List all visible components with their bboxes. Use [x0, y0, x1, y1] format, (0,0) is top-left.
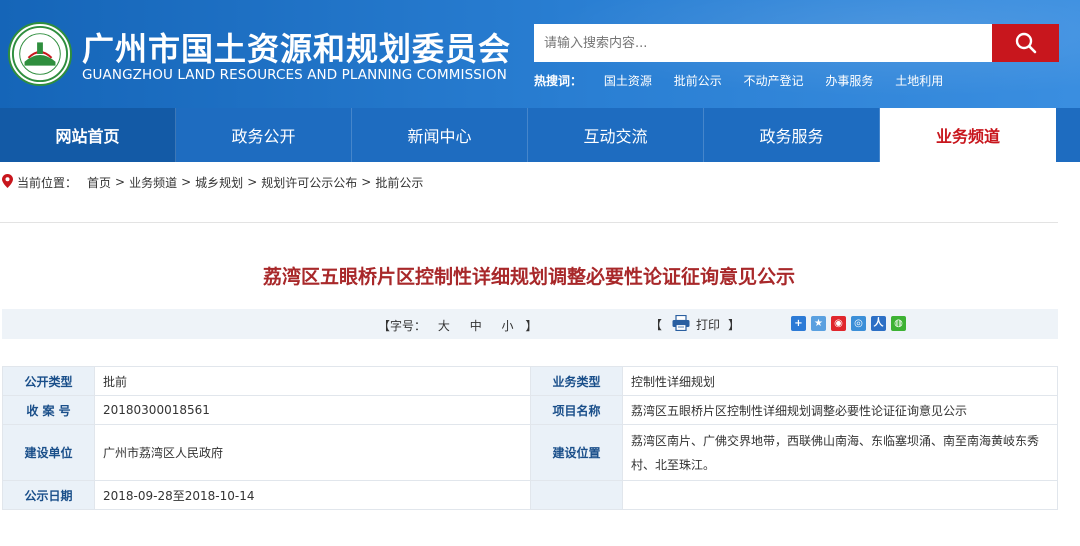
share-weibo-icon[interactable]: ◉	[831, 316, 846, 331]
breadcrumb-pre-approval[interactable]: 批前公示	[375, 174, 423, 191]
printer-icon[interactable]	[672, 314, 690, 334]
table-row: 建设单位 广州市荔湾区人民政府 建设位置 荔湾区南片、广佛交界地带，西联佛山南海…	[2, 424, 1058, 481]
field-value-multiline: 荔湾区南片、广佛交界地带，西联佛山南海、东临塞坝涌、南至南海黄岐东秀村、北至珠江…	[631, 433, 1040, 472]
breadcrumb-home[interactable]: 首页	[87, 174, 111, 191]
breadcrumb-separator: >	[115, 175, 126, 189]
nav-item-business-channel[interactable]: 业务频道	[880, 108, 1056, 162]
field-value-empty	[622, 480, 1058, 510]
nav-item-interaction[interactable]: 互动交流	[528, 108, 704, 162]
content-divider	[0, 222, 1058, 223]
field-label: 项目名称	[530, 395, 623, 425]
logo-emblem-icon	[11, 25, 69, 83]
search-icon	[1015, 32, 1036, 54]
article-title: 荔湾区五眼桥片区控制性详细规划调整必要性论证征询意见公示	[262, 266, 795, 288]
share-renren-icon[interactable]: 人	[871, 316, 886, 331]
hot-word-link[interactable]: 不动产登记	[744, 74, 804, 88]
hot-search-words: 热搜词： 国土资源 批前公示 不动产登记 办事服务 土地利用	[534, 72, 961, 89]
table-row: 公开类型 批前 业务类型 控制性详细规划	[2, 366, 1058, 396]
hot-word-link[interactable]: 国土资源	[604, 74, 652, 88]
font-size-small-button[interactable]: 小	[502, 319, 514, 333]
hot-word-link[interactable]: 办事服务	[825, 74, 873, 88]
field-label: 建设单位	[2, 424, 95, 481]
breadcrumb: 当前位置： 首页 > 业务频道 > 城乡规划 > 规划许可公示公布 > 批前公示	[2, 173, 423, 191]
nav-item-news-center[interactable]: 新闻中心	[352, 108, 528, 162]
font-size-large-button[interactable]: 大	[438, 319, 450, 333]
share-qzone-icon[interactable]: ★	[811, 316, 826, 331]
breadcrumb-separator: >	[361, 175, 372, 189]
site-title-cn: 广州市国土资源和规划委员会	[82, 30, 512, 68]
font-size-medium-button[interactable]: 中	[470, 319, 482, 333]
field-label: 业务类型	[530, 366, 623, 396]
field-label: 公示日期	[2, 480, 95, 510]
share-wechat-icon[interactable]: ◍	[891, 316, 906, 331]
share-tencent-weibo-icon[interactable]: ◎	[851, 316, 866, 331]
field-label: 收 案 号	[2, 395, 95, 425]
print-bracket-open: 【	[650, 318, 663, 332]
hot-word-link[interactable]: 土地利用	[895, 74, 943, 88]
field-value: 批前	[94, 366, 531, 396]
breadcrumb-label: 当前位置：	[17, 175, 78, 190]
breadcrumb-permit-publicity[interactable]: 规划许可公示公布	[261, 174, 357, 191]
field-value: 2018-09-28至2018-10-14	[94, 480, 531, 510]
share-buttons: + ★ ◉ ◎ 人 ◍	[791, 316, 911, 331]
print-control: 【 打印 】	[650, 314, 741, 334]
field-label: 建设位置	[530, 424, 623, 481]
table-row: 公示日期 2018-09-28至2018-10-14	[2, 480, 1058, 510]
share-more-icon[interactable]: +	[791, 316, 806, 331]
site-header: 广州市国土资源和规划委员会 GUANGZHOU LAND RESOURCES A…	[0, 0, 1080, 108]
search-button[interactable]	[992, 24, 1059, 62]
hot-search-label: 热搜词：	[534, 74, 583, 88]
font-size-control: 【字号： 大 中 小 】	[378, 317, 537, 334]
breadcrumb-business-channel[interactable]: 业务频道	[129, 174, 177, 191]
breadcrumb-separator: >	[181, 175, 192, 189]
field-value: 荔湾区南片、广佛交界地带，西联佛山南海、东临塞坝涌、南至南海黄岐东秀村、北至珠江…	[622, 424, 1058, 481]
publicity-info-table: 公开类型 批前 业务类型 控制性详细规划 收 案 号 2018030001856…	[2, 366, 1058, 510]
nav-item-government-services[interactable]: 政务服务	[704, 108, 880, 162]
table-row: 收 案 号 20180300018561 项目名称 荔湾区五眼桥片区控制性详细规…	[2, 395, 1058, 425]
field-value: 荔湾区五眼桥片区控制性详细规划调整必要性论证征询意见公示	[622, 395, 1058, 425]
breadcrumb-urban-planning[interactable]: 城乡规划	[195, 174, 243, 191]
print-button[interactable]: 打印	[696, 316, 720, 333]
font-size-label: 【字号：	[378, 319, 427, 333]
print-bracket-close: 】	[728, 318, 741, 332]
article-tools-bar: 【字号： 大 中 小 】 【 打印 】 + ★ ◉ ◎ 人 ◍	[2, 309, 1058, 339]
field-value: 广州市荔湾区人民政府	[94, 424, 531, 481]
font-size-bracket-close: 】	[525, 319, 538, 333]
field-label-empty	[530, 480, 623, 510]
search-input[interactable]	[534, 24, 992, 62]
nav-item-government-affairs[interactable]: 政务公开	[176, 108, 352, 162]
hot-word-link[interactable]: 批前公示	[674, 74, 722, 88]
breadcrumb-separator: >	[247, 175, 258, 189]
site-title-en: GUANGZHOU LAND RESOURCES AND PLANNING CO…	[82, 67, 507, 83]
nav-filler	[1056, 108, 1080, 162]
location-pin-icon	[2, 173, 13, 191]
field-value: 20180300018561	[94, 395, 531, 425]
nav-item-home[interactable]: 网站首页	[0, 108, 176, 162]
main-nav: 网站首页 政务公开 新闻中心 互动交流 政务服务 业务频道	[0, 108, 1080, 162]
site-logo[interactable]	[8, 22, 72, 86]
field-label: 公开类型	[2, 366, 95, 396]
field-value: 控制性详细规划	[622, 366, 1058, 396]
